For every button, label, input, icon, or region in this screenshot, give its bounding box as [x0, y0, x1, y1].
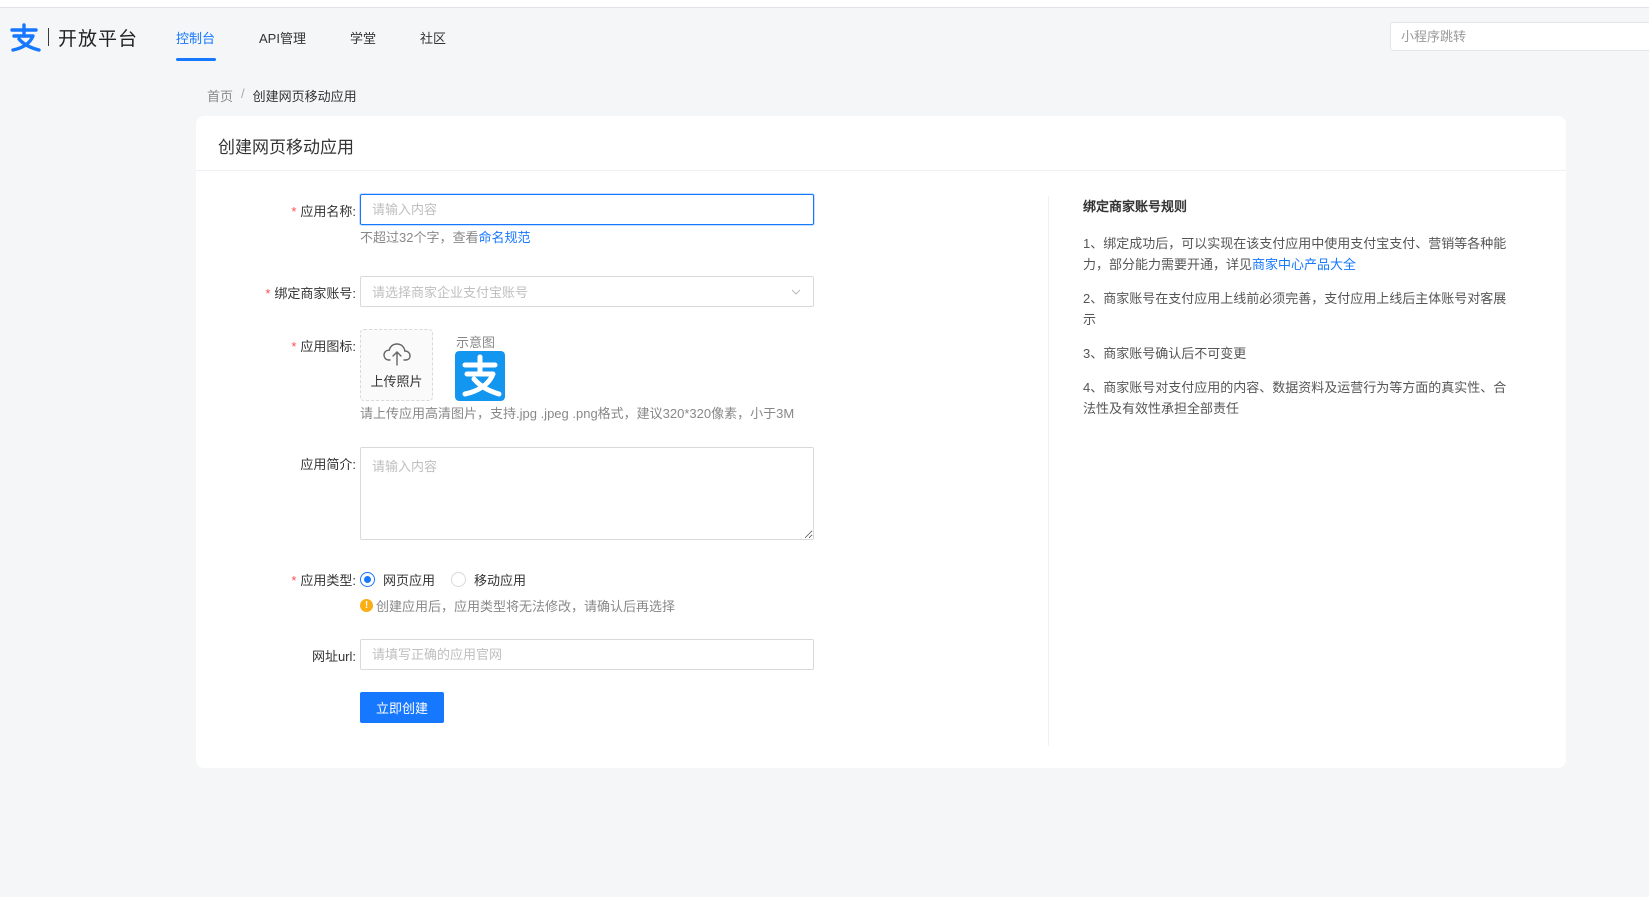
app-name-label: * 应用名称: [196, 201, 356, 220]
chevron-down-icon [791, 289, 801, 295]
merchant-label: * 绑定商家账号: [196, 283, 356, 302]
app-name-hint-text: 不超过32个字，查看 [360, 230, 479, 245]
radio-mobile-app-label: 移动应用 [474, 573, 527, 588]
app-type-warning: ! 创建应用后，应用类型将无法修改，请确认后再选择 [360, 596, 675, 615]
breadcrumb-current: 创建网页移动应用 [252, 89, 357, 104]
radio-mobile-app[interactable]: 移动应用 [451, 570, 526, 589]
mini-program-jump-input[interactable] [1390, 22, 1649, 51]
nav-api-management[interactable]: API管理 [259, 28, 306, 55]
breadcrumb-separator: / [241, 86, 245, 101]
nav-community[interactable]: 社区 [420, 28, 446, 55]
logo-divider [48, 28, 49, 46]
rule-item-2: 2、商家账号在支付应用上线前必须完善，支付应用上线后主体账号对客展示 [1083, 291, 1507, 327]
merchant-select-placeholder: 请选择商家企业支付宝账号 [372, 285, 529, 300]
merchant-product-catalog-link[interactable]: 商家中心产品大全 [1252, 257, 1356, 272]
upload-photo-button[interactable]: 上传照片 [360, 329, 433, 401]
app-type-label-text: 应用类型: [300, 573, 356, 588]
app-intro-textarea[interactable] [360, 447, 814, 540]
cloud-upload-icon [382, 342, 411, 366]
rule-item-4: 4、商家账号对支付应用的内容、数据资料及运营行为等方面的真实性、合法性及有效性承… [1083, 380, 1507, 416]
app-name-input[interactable] [360, 194, 814, 225]
app-name-hint: 不超过32个字，查看命名规范 [360, 227, 530, 246]
intro-label: 应用简介: [300, 457, 356, 472]
rules-title: 绑定商家账号规则 [1083, 199, 1188, 214]
naming-rules-link[interactable]: 命名规范 [478, 230, 530, 245]
app-type-label: * 应用类型: [196, 570, 356, 589]
radio-unchecked-icon [451, 572, 467, 587]
vertical-divider [1048, 196, 1049, 746]
browser-top-strip [0, 0, 1649, 8]
app-icon-label: * 应用图标: [196, 336, 356, 355]
app-type-warning-text: 创建应用后，应用类型将无法修改，请确认后再选择 [376, 599, 676, 614]
rule-item-3: 3、商家账号确认后不可变更 [1083, 346, 1247, 361]
radio-web-app-label: 网页应用 [383, 573, 436, 588]
app-name-label-text: 应用名称: [300, 204, 356, 219]
nav-console[interactable]: 控制台 [176, 28, 217, 61]
url-input[interactable] [360, 639, 814, 670]
radio-web-app[interactable]: 网页应用 [360, 570, 435, 589]
required-mark: * [291, 339, 297, 354]
merchant-binding-rules: 绑定商家账号规则 1、绑定成功后，可以实现在该支付应用中使用支付宝支付、营销等各… [1083, 196, 1513, 432]
alipay-logo-icon [10, 23, 41, 52]
alipay-sample-icon [455, 351, 505, 401]
nav-academy[interactable]: 学堂 [350, 28, 376, 55]
platform-name: 开放平台 [58, 28, 139, 50]
required-mark: * [265, 286, 271, 301]
page-title: 创建网页移动应用 [196, 116, 1566, 171]
alipay-open-platform-logo[interactable]: 开放平台 [8, 22, 138, 52]
main-nav: 控制台 API管理 学堂 社区 [176, 28, 490, 61]
upload-photo-label: 上传照片 [370, 373, 423, 389]
warning-icon: ! [360, 599, 373, 612]
top-navigation-bar: 开放平台 控制台 API管理 学堂 社区 [0, 0, 1649, 72]
create-app-card: 创建网页移动应用 *应用名称: 不超过32个字，查看命名规范 *绑定商家账号: … [196, 116, 1566, 768]
app-icon-label-text: 应用图标: [300, 339, 356, 354]
app-type-radio-group: 网页应用 移动应用 [360, 570, 542, 589]
breadcrumb-home[interactable]: 首页 [207, 86, 233, 105]
merchant-account-select[interactable]: 请选择商家企业支付宝账号 [360, 276, 814, 307]
required-mark: * [291, 204, 297, 219]
radio-checked-icon [360, 572, 375, 587]
breadcrumb: 首页 / 创建网页移动应用 [207, 86, 357, 105]
required-mark: * [291, 573, 297, 588]
create-now-button[interactable]: 立即创建 [360, 692, 444, 723]
rule-item-1: 1、绑定成功后，可以实现在该支付应用中使用支付宝支付、营销等各种能力，部分能力需… [1083, 233, 1513, 275]
url-label: 网址url: [311, 649, 356, 664]
sample-label: 示意图 [456, 335, 496, 350]
icon-upload-hint: 请上传应用高清图片，支持.jpg .jpeg .png格式，建议320*320像… [360, 406, 795, 421]
merchant-label-text: 绑定商家账号: [274, 286, 356, 301]
